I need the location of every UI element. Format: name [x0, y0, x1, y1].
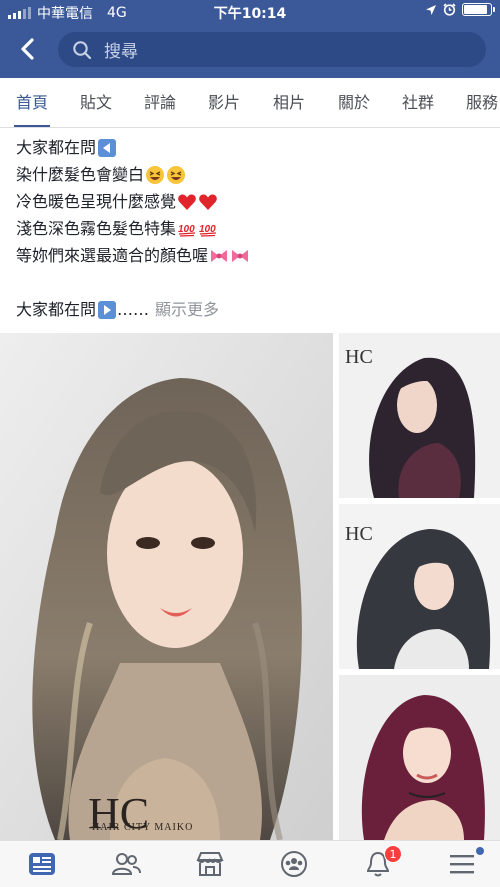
friends-icon[interactable] — [110, 849, 142, 879]
post-line: 染什麼髮色會變白 — [16, 165, 145, 184]
hundred-points-emoji-icon: 100 — [178, 224, 195, 237]
brand-logo: HC — [345, 523, 373, 545]
thumbnail-photo[interactable] — [339, 675, 500, 840]
news-feed-icon[interactable] — [26, 849, 58, 879]
marketplace-icon[interactable] — [194, 849, 226, 879]
status-bar: 中華電信 4G 下午10:14 — [0, 0, 500, 22]
main-photo[interactable]: HC HAIR CITY MAIKO — [0, 333, 333, 840]
search-placeholder: 搜尋 — [104, 42, 138, 62]
post-text: 大家都在問 染什麼髮色會變白 冷色暖色呈現什麼感覺 淺色深色霧色髮色特集 100… — [16, 134, 486, 323]
search-input[interactable]: 搜尋 — [58, 32, 486, 67]
laughing-face-emoji-icon — [167, 165, 186, 184]
red-heart-emoji-icon — [199, 193, 217, 210]
groups-icon[interactable] — [278, 849, 310, 879]
red-heart-emoji-icon — [178, 193, 196, 210]
battery-icon — [462, 3, 495, 16]
notification-badge: 1 — [384, 845, 402, 863]
alarm-icon — [443, 3, 456, 16]
hundred-points-emoji-icon: 100 — [199, 224, 216, 237]
brand-logo: HC — [345, 346, 373, 368]
menu-icon[interactable] — [446, 847, 484, 879]
tab-photos[interactable]: 相片 — [273, 78, 305, 127]
post-preview-text: 大家都在問 — [16, 300, 97, 319]
tab-videos[interactable]: 影片 — [208, 78, 240, 127]
tab-community[interactable]: 社群 — [402, 78, 434, 127]
play-emoji-icon — [98, 300, 117, 319]
tab-reviews[interactable]: 評論 — [144, 78, 176, 127]
see-more-link[interactable]: 顯示更多 — [155, 296, 219, 323]
page-tabs: 首頁 貼文 評論 影片 相片 關於 社群 服務 — [0, 78, 500, 128]
thumbnail-photo[interactable]: HC — [339, 333, 500, 498]
chevron-left-icon[interactable] — [14, 34, 42, 64]
post-line: 等妳們來選最適合的顏色喔 — [16, 246, 209, 265]
thumbnail-photo[interactable]: HC — [339, 504, 500, 669]
portrait-image — [0, 333, 333, 840]
post-line: 冷色暖色呈現什麼感覺 — [16, 192, 177, 211]
brand-name: HAIR CITY MAIKO — [92, 822, 194, 833]
photo-grid: HC HAIR CITY MAIKO HC HC — [0, 333, 500, 840]
ribbon-emoji-icon — [211, 249, 228, 262]
ribbon-emoji-icon — [232, 249, 249, 262]
back-arrow-emoji-icon — [98, 138, 117, 157]
post-line: 大家都在問 — [16, 138, 97, 157]
location-icon — [426, 4, 436, 15]
notifications-icon[interactable]: 1 — [362, 845, 402, 879]
tab-posts[interactable]: 貼文 — [80, 78, 112, 127]
menu-indicator-dot — [476, 847, 484, 855]
tab-home[interactable]: 首頁 — [13, 78, 51, 127]
portrait-image: HC — [339, 333, 500, 498]
bottom-nav: 1 — [0, 840, 500, 887]
top-bar: 中華電信 4G 下午10:14 搜尋 — [0, 0, 500, 78]
post-line: 淺色深色霧色髮色特集 — [16, 219, 177, 238]
tab-about[interactable]: 關於 — [338, 78, 370, 127]
search-icon — [72, 40, 92, 60]
portrait-image: HC — [339, 504, 500, 669]
portrait-image — [339, 675, 500, 840]
laughing-face-emoji-icon — [146, 165, 165, 184]
ellipsis: …… — [117, 300, 150, 319]
tab-services[interactable]: 服務 — [466, 78, 498, 127]
